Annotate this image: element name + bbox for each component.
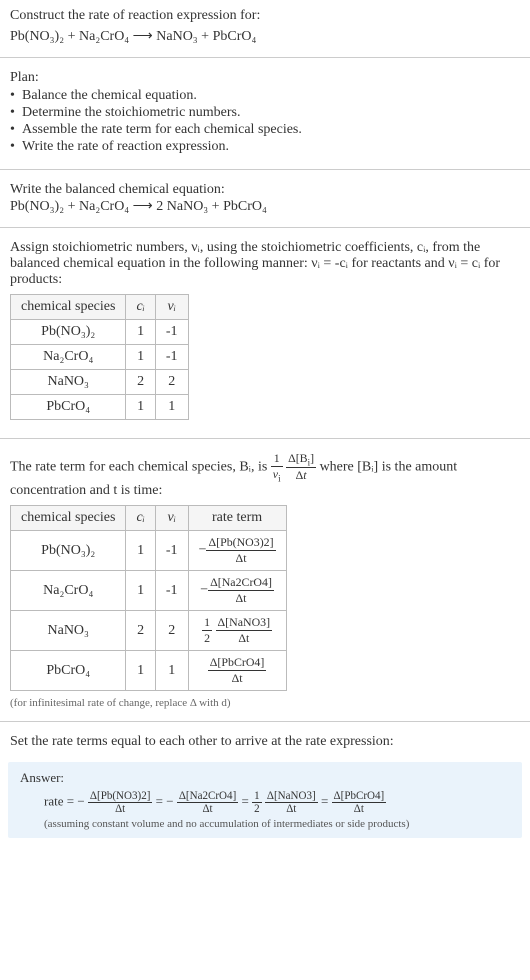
- col-c: cᵢ: [126, 295, 155, 320]
- plan-item-text: Balance the chemical equation.: [22, 88, 197, 103]
- plan-label: Plan:: [10, 70, 520, 86]
- plan-item: •Write the rate of reaction expression.: [10, 139, 520, 155]
- answer-note: (assuming constant volume and no accumul…: [20, 818, 510, 830]
- plan-item-text: Assemble the rate term for each chemical…: [22, 122, 302, 137]
- cell-c: 1: [126, 320, 155, 345]
- balanced-label: Write the balanced chemical equation:: [10, 182, 520, 198]
- cell-v: -1: [155, 531, 188, 571]
- cell-species: PbCrO₄: [11, 651, 126, 691]
- cell-v: 1: [155, 395, 188, 420]
- cell-species: NaNO₃: [11, 370, 126, 395]
- unbalanced-equation: Pb(NO₃)₂ + Na₂CrO₄ ⟶ NaNO₃ + PbCrO₄: [10, 28, 520, 45]
- cell-v: 2: [155, 611, 188, 651]
- table-row: Pb(NO₃)₂ 1 -1: [11, 320, 189, 345]
- rateterm-section: The rate term for each chemical species,…: [0, 443, 530, 717]
- cell-c: 2: [126, 370, 155, 395]
- col-species: chemical species: [11, 506, 126, 531]
- rateterm-generic-frac: 1νi Δ[Bi]Δt: [271, 459, 320, 474]
- plan-list: •Balance the chemical equation. •Determi…: [10, 88, 520, 155]
- table-row: Na₂CrO₄ 1 -1 −Δ[Na2CrO4]Δt: [11, 571, 287, 611]
- col-v: νᵢ: [155, 295, 188, 320]
- cell-v: -1: [155, 320, 188, 345]
- table-row: PbCrO₄ 1 1 Δ[PbCrO4]Δt: [11, 651, 287, 691]
- col-species: chemical species: [11, 295, 126, 320]
- table-row: Na₂CrO₄ 1 -1: [11, 345, 189, 370]
- table-row: Pb(NO₃)₂ 1 -1 −Δ[Pb(NO3)2]Δt: [11, 531, 287, 571]
- cell-c: 1: [126, 651, 155, 691]
- cell-c: 1: [126, 531, 155, 571]
- plan-item: •Assemble the rate term for each chemica…: [10, 122, 520, 138]
- divider: [0, 438, 530, 439]
- col-rateterm: rate term: [188, 506, 286, 531]
- rateterm-intro: The rate term for each chemical species,…: [10, 451, 520, 499]
- final-label: Set the rate terms equal to each other t…: [10, 734, 520, 750]
- cell-species: NaNO₃: [11, 611, 126, 651]
- divider: [0, 57, 530, 58]
- stoich-table: chemical species cᵢ νᵢ Pb(NO₃)₂ 1 -1 Na₂…: [10, 294, 189, 420]
- assign-section: Assign stoichiometric numbers, νᵢ, using…: [0, 232, 530, 434]
- answer-equation: rate = − Δ[Pb(NO3)2]Δt = − Δ[Na2CrO4]Δt …: [20, 790, 510, 815]
- cell-rateterm: −Δ[Pb(NO3)2]Δt: [188, 531, 286, 571]
- divider: [0, 169, 530, 170]
- cell-rateterm: −Δ[Na2CrO4]Δt: [188, 571, 286, 611]
- cell-species: Na₂CrO₄: [11, 345, 126, 370]
- table-row: NaNO₃ 2 2: [11, 370, 189, 395]
- rateterm-table: chemical species cᵢ νᵢ rate term Pb(NO₃)…: [10, 505, 287, 691]
- final-section: Set the rate terms equal to each other t…: [0, 726, 530, 758]
- cell-rateterm: 12 Δ[NaNO3]Δt: [188, 611, 286, 651]
- cell-v: 2: [155, 370, 188, 395]
- rateterm-note: (for infinitesimal rate of change, repla…: [10, 697, 520, 709]
- table-row: NaNO₃ 2 2 12 Δ[NaNO3]Δt: [11, 611, 287, 651]
- cell-c: 1: [126, 571, 155, 611]
- divider: [0, 227, 530, 228]
- col-c: cᵢ: [126, 506, 155, 531]
- divider: [0, 721, 530, 722]
- balanced-section: Write the balanced chemical equation: Pb…: [0, 174, 530, 223]
- cell-species: Pb(NO₃)₂: [11, 531, 126, 571]
- cell-v: -1: [155, 571, 188, 611]
- cell-v: -1: [155, 345, 188, 370]
- page-title: Construct the rate of reaction expressio…: [10, 8, 520, 24]
- cell-species: Na₂CrO₄: [11, 571, 126, 611]
- cell-c: 1: [126, 395, 155, 420]
- plan-section: Plan: •Balance the chemical equation. •D…: [0, 62, 530, 165]
- rateterm-intro-a: The rate term for each chemical species,…: [10, 459, 271, 474]
- cell-v: 1: [155, 651, 188, 691]
- rate-prefix: rate = −: [44, 794, 88, 809]
- col-v: νᵢ: [155, 506, 188, 531]
- answer-box: Answer: rate = − Δ[Pb(NO3)2]Δt = − Δ[Na2…: [8, 762, 522, 838]
- table-header-row: chemical species cᵢ νᵢ rate term: [11, 506, 287, 531]
- plan-item-text: Write the rate of reaction expression.: [22, 139, 229, 154]
- cell-species: PbCrO₄: [11, 395, 126, 420]
- cell-c: 2: [126, 611, 155, 651]
- assign-intro: Assign stoichiometric numbers, νᵢ, using…: [10, 240, 520, 288]
- cell-rateterm: Δ[PbCrO4]Δt: [188, 651, 286, 691]
- answer-label: Answer:: [20, 770, 510, 786]
- balanced-equation: Pb(NO₃)₂ + Na₂CrO₄ ⟶ 2 NaNO₃ + PbCrO₄: [10, 198, 520, 215]
- cell-c: 1: [126, 345, 155, 370]
- table-header-row: chemical species cᵢ νᵢ: [11, 295, 189, 320]
- header-section: Construct the rate of reaction expressio…: [0, 0, 530, 53]
- plan-item: •Balance the chemical equation.: [10, 88, 520, 104]
- plan-item-text: Determine the stoichiometric numbers.: [22, 105, 241, 120]
- plan-item: •Determine the stoichiometric numbers.: [10, 105, 520, 121]
- cell-species: Pb(NO₃)₂: [11, 320, 126, 345]
- table-row: PbCrO₄ 1 1: [11, 395, 189, 420]
